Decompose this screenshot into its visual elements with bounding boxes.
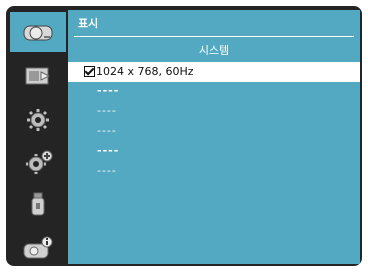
list-item-selected[interactable]: 1024 x 768, 60Hz — [68, 62, 360, 82]
sidebar — [10, 10, 66, 264]
tab-advanced-settings[interactable] — [10, 142, 66, 182]
list-item[interactable]: ---- — [68, 102, 360, 122]
list-item-label: ---- — [97, 164, 117, 177]
tab-info[interactable] — [10, 228, 66, 268]
list-item-label: ---- — [97, 144, 120, 157]
usb-icon — [31, 192, 45, 216]
section-title: 시스템 — [198, 44, 230, 57]
tab-display[interactable] — [10, 12, 66, 52]
tab-usb[interactable] — [10, 184, 66, 224]
list-item[interactable]: ---- — [68, 122, 360, 142]
list-item[interactable]: ---- — [68, 82, 360, 102]
list-item-label: 1024 x 768, 60Hz — [96, 65, 194, 78]
tab-input[interactable] — [10, 56, 66, 96]
panel-header: 표시 — [68, 10, 360, 37]
content-panel: 표시 시스템 1024 x 768, 60Hz ---- ---- ---- -… — [68, 10, 360, 264]
page-title: 표시 — [78, 17, 99, 30]
display-icon — [23, 25, 53, 41]
tab-settings[interactable] — [10, 100, 66, 140]
checkbox-checked-icon[interactable] — [84, 66, 95, 77]
list-item-label: ---- — [97, 124, 117, 137]
input-icon — [25, 67, 51, 85]
list-item-label: ---- — [97, 84, 120, 97]
info-icon — [23, 236, 53, 259]
list-item-label: ---- — [97, 104, 117, 117]
settings-gear-icon — [27, 109, 49, 131]
advanced-settings-icon — [26, 150, 53, 174]
list-item[interactable]: ---- — [68, 162, 360, 182]
header-divider — [74, 36, 354, 37]
list-item[interactable]: ---- — [68, 142, 360, 162]
signal-list: 1024 x 768, 60Hz ---- ---- ---- ---- ---… — [68, 62, 360, 182]
